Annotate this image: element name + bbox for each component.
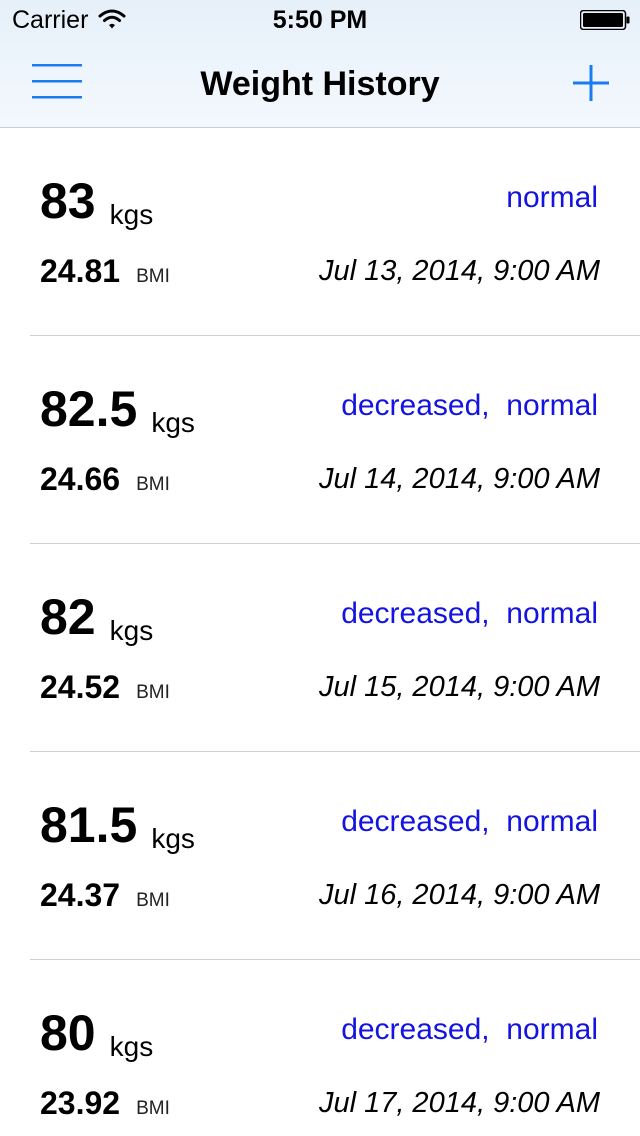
bmi-number: 24.52 — [40, 669, 121, 705]
battery-icon — [580, 10, 630, 30]
navigation-bar: Weight History — [0, 40, 640, 128]
status-time: 5:50 PM — [272, 6, 368, 34]
weight-number: 82.5 — [40, 381, 138, 437]
bmi-number: 24.81 — [40, 253, 121, 289]
bmi-value: 24.37 BMI — [40, 876, 170, 920]
bmi-value: 24.52 BMI — [40, 668, 170, 712]
entry-date: Jul 17, 2014, 9:00 AM — [318, 1087, 600, 1119]
weight-value: 82.5 kgs — [40, 380, 195, 446]
weight-value: 81.5 kgs — [40, 796, 195, 862]
weight-unit: kgs — [151, 407, 195, 438]
bmi-value: 24.81 BMI — [40, 252, 170, 296]
list-item[interactable]: 82.5 kgs decreased, normal 24.66 BMI Jul 1… — [0, 336, 640, 544]
entry-date: Jul 16, 2014, 9:00 AM — [318, 879, 600, 911]
weight-unit: kgs — [151, 823, 195, 854]
weight-value: 83 kgs — [40, 172, 153, 238]
bmi-number: 24.37 — [40, 877, 121, 913]
bmi-number: 23.92 — [40, 1085, 121, 1121]
trend-status: decreased, normal — [341, 597, 598, 630]
trend-status: decreased, normal — [341, 805, 598, 838]
weight-value: 82 kgs — [40, 588, 153, 654]
screen: Carrier 5:50 PM Weight History 83 kgs no… — [0, 0, 640, 1136]
weight-history-list: 83 kgs normal 24.81 BMI Jul 13, 2014, 9:00… — [0, 128, 640, 1136]
status-bar: Carrier 5:50 PM — [0, 0, 640, 40]
bmi-value: 23.92 BMI — [40, 1084, 170, 1128]
weight-value: 80 kgs — [40, 1004, 153, 1070]
bmi-number: 24.66 — [40, 461, 121, 497]
weight-unit: kgs — [109, 615, 154, 646]
weight-unit: kgs — [109, 1031, 154, 1062]
bmi-label: BMI — [136, 266, 170, 287]
weight-number: 81.5 — [40, 797, 138, 853]
list-item[interactable]: 83 kgs normal 24.81 BMI Jul 13, 2014, 9:00… — [0, 128, 640, 336]
list-item[interactable]: 81.5 kgs decreased, normal 24.37 BMI Jul 1… — [0, 752, 640, 960]
list-item[interactable]: 80 kgs decreased, normal 23.92 BMI Jul 17,… — [0, 960, 640, 1136]
bmi-label: BMI — [136, 1098, 170, 1119]
add-entry-button[interactable] — [570, 62, 612, 104]
weight-number: 80 — [40, 1005, 96, 1061]
bmi-value: 24.66 BMI — [40, 460, 170, 504]
page-title: Weight History — [200, 65, 440, 103]
weight-unit: kgs — [109, 199, 154, 230]
entry-date: Jul 14, 2014, 9:00 AM — [318, 463, 600, 495]
trend-status: decreased, normal — [341, 1013, 598, 1046]
bmi-label: BMI — [136, 890, 170, 911]
trend-status: normal — [506, 181, 598, 214]
list-item[interactable]: 82 kgs decreased, normal 24.52 BMI Jul 15,… — [0, 544, 640, 752]
top-bar: Carrier 5:50 PM Weight History — [0, 0, 640, 128]
bmi-label: BMI — [136, 474, 170, 495]
entry-date: Jul 13, 2014, 9:00 AM — [318, 255, 600, 287]
trend-status: decreased, normal — [341, 389, 598, 422]
plus-icon — [573, 65, 609, 101]
bmi-label: BMI — [136, 682, 170, 703]
weight-number: 82 — [40, 589, 96, 645]
entry-date: Jul 15, 2014, 9:00 AM — [318, 671, 600, 703]
weight-number: 83 — [40, 173, 96, 229]
